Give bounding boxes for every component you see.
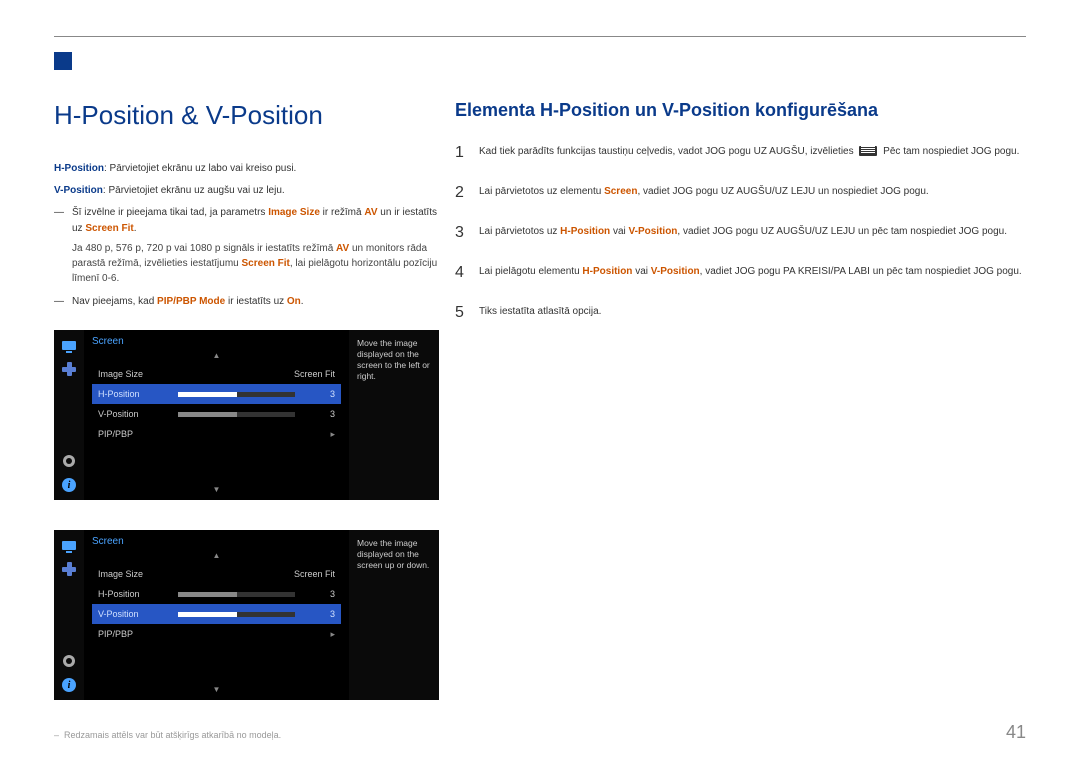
osd-row-v-position: V-Position 3 [92, 404, 341, 424]
h-position-desc: H-Position: Pārvietojiet ekrānu uz labo … [54, 161, 439, 177]
osd-sidebar: i [54, 530, 84, 700]
osd-title: Screen [92, 336, 341, 347]
info-icon: i [60, 676, 78, 694]
chevron-right-icon: ▸ [305, 429, 335, 440]
osd-row-pip-pbp: PIP/PBP▸ [92, 624, 341, 644]
header-rule [54, 36, 1026, 37]
image-disclaimer: Redzamais attēls var būt atšķirīgs atkar… [54, 730, 439, 740]
osd-slider [178, 412, 295, 417]
monitor-icon [60, 336, 78, 354]
scroll-up-icon: ▲ [92, 551, 341, 560]
osd-slider [178, 612, 295, 617]
osd-screenshot-vposition: i Screen ▲ Image SizeScreen Fit H-Positi… [54, 530, 439, 700]
page-number: 41 [1006, 722, 1026, 743]
monitor-icon [60, 536, 78, 554]
right-column: Elementa H-Position un V-Position konfig… [455, 100, 1035, 341]
step-3: 3 Lai pārvietotos uz H-Position vai V-Po… [455, 221, 1035, 245]
osd-menu: Screen ▲ Image SizeScreen Fit H-Position… [84, 330, 349, 500]
config-heading: Elementa H-Position un V-Position konfig… [455, 100, 1035, 121]
osd-row-h-position: H-Position 3 [92, 584, 341, 604]
chevron-right-icon: ▸ [305, 629, 335, 640]
osd-menu: Screen ▲ Image SizeScreen Fit H-Position… [84, 530, 349, 700]
osd-help-text: Move the image displayed on the screen u… [349, 530, 439, 700]
osd-row-pip-pbp: PIP/PBP▸ [92, 424, 341, 444]
v-position-label: V-Position [54, 185, 103, 196]
navigation-icon [60, 560, 78, 578]
step-5: 5 Tiks iestatīta atlasītā opcija. [455, 301, 1035, 325]
osd-help-text: Move the image displayed on the screen t… [349, 330, 439, 500]
gear-icon [60, 652, 78, 670]
osd-row-v-position: V-Position 3 [92, 604, 341, 624]
osd-row-image-size: Image SizeScreen Fit [92, 364, 341, 384]
note-1: Šī izvēlne ir pieejama tikai tad, ja par… [54, 205, 439, 237]
note-1-sub: Ja 480 p, 576 p, 720 p vai 1080 p signāl… [54, 241, 439, 286]
v-position-desc: V-Position: Pārvietojiet ekrānu uz augšu… [54, 183, 439, 199]
scroll-up-icon: ▲ [92, 351, 341, 360]
step-4: 4 Lai pielāgotu elementu H-Position vai … [455, 261, 1035, 285]
h-position-label: H-Position [54, 163, 104, 174]
info-icon: i [60, 476, 78, 494]
osd-slider [178, 392, 295, 397]
step-2: 2 Lai pārvietotos uz elementu Screen, va… [455, 181, 1035, 205]
navigation-icon [60, 360, 78, 378]
chapter-marker [54, 52, 72, 70]
note-2: Nav pieejams, kad PIP/PBP Mode ir iestat… [54, 294, 439, 310]
osd-screenshot-hposition: i Screen ▲ Image SizeScreen Fit H-Positi… [54, 330, 439, 500]
step-1: 1 Kad tiek parādīts funkcijas taustiņu c… [455, 141, 1035, 165]
section-heading: H-Position & V-Position [54, 100, 439, 131]
left-column: H-Position & V-Position H-Position: Pārv… [54, 100, 439, 740]
osd-row-h-position: H-Position 3 [92, 384, 341, 404]
osd-sidebar: i [54, 330, 84, 500]
osd-slider [178, 592, 295, 597]
osd-title: Screen [92, 536, 341, 547]
gear-icon [60, 452, 78, 470]
menu-icon [859, 146, 877, 156]
osd-row-image-size: Image SizeScreen Fit [92, 564, 341, 584]
scroll-down-icon: ▼ [92, 485, 341, 494]
scroll-down-icon: ▼ [92, 685, 341, 694]
